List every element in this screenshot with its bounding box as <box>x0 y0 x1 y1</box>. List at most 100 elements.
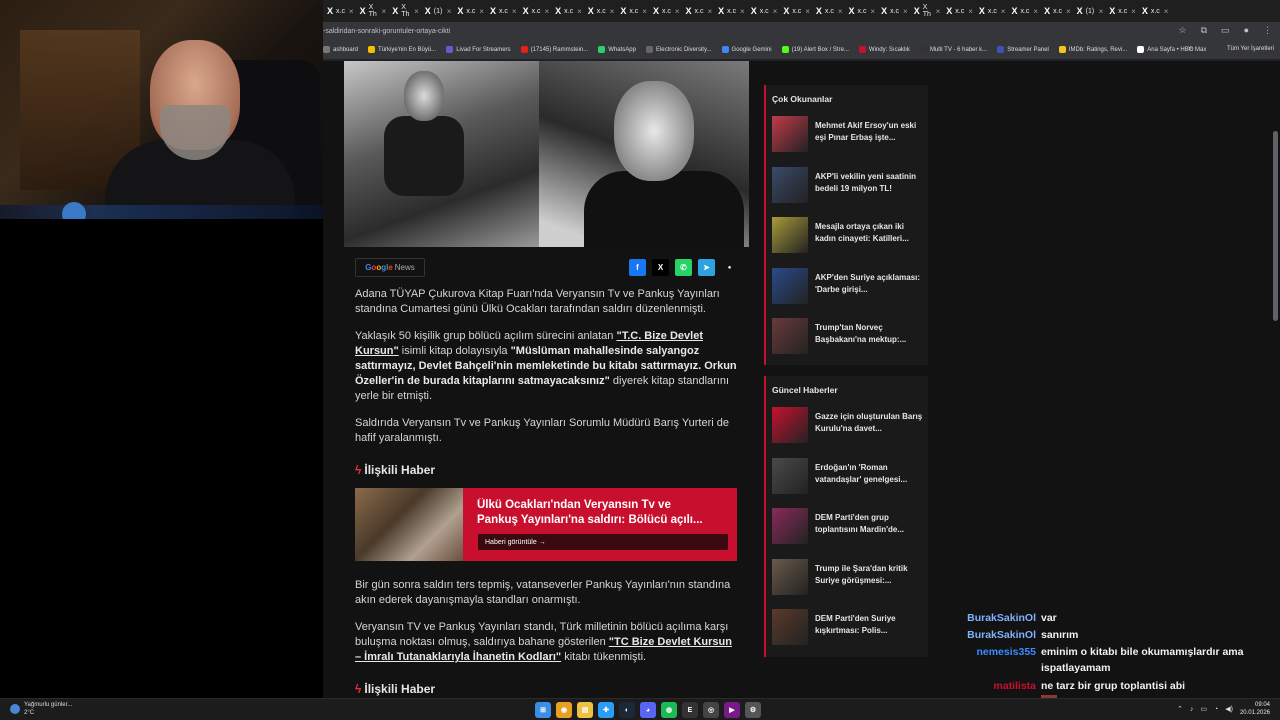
close-icon[interactable]: × <box>414 7 419 16</box>
more-icon[interactable]: ● <box>721 259 738 276</box>
close-icon[interactable]: × <box>805 7 810 16</box>
volume-icon[interactable]: ◀) <box>1225 705 1233 713</box>
close-icon[interactable]: × <box>740 7 745 16</box>
chat-username[interactable]: BurakSakinOl <box>930 610 1036 626</box>
spotify-icon[interactable]: ◍ <box>661 702 677 718</box>
close-icon[interactable]: × <box>838 7 843 16</box>
bookmark[interactable]: Türkiye'nin En Büyü... <box>368 46 436 53</box>
close-icon[interactable]: × <box>870 7 875 16</box>
news-headline[interactable]: Erdoğan'ın 'Roman vatandaşlar' genelgesi… <box>815 462 925 486</box>
sidebar-news-item[interactable]: Trump ile Şara'dan kritik Suriye görüşme… <box>772 558 925 597</box>
close-icon[interactable]: × <box>382 7 387 16</box>
chat-username[interactable]: nemesis355 <box>930 644 1036 660</box>
whatsapp-icon[interactable]: ✆ <box>675 259 692 276</box>
chrome-icon[interactable]: ◉ <box>556 702 572 718</box>
bookmark[interactable]: ashboard <box>323 46 358 53</box>
browser-tab[interactable]: Xx.c × <box>716 2 749 20</box>
bookmark[interactable]: WhatsApp <box>598 46 636 53</box>
close-icon[interactable]: × <box>1033 7 1038 16</box>
browser-tab[interactable]: Xx.c × <box>977 2 1010 20</box>
close-icon[interactable]: × <box>936 7 941 16</box>
facebook-icon[interactable]: f <box>629 259 646 276</box>
bookmark[interactable]: Streamer Panel <box>997 46 1049 53</box>
windows-icon[interactable]: ⊞ <box>535 702 551 718</box>
close-icon[interactable]: × <box>968 7 973 16</box>
browser-tab[interactable]: Xx.c × <box>618 2 651 20</box>
close-icon[interactable]: × <box>512 7 517 16</box>
stream-icon[interactable]: ▶ <box>724 702 740 718</box>
close-icon[interactable]: × <box>903 7 908 16</box>
star-icon[interactable]: ☆ <box>1179 25 1187 36</box>
mic-icon[interactable]: ♪ <box>1190 706 1194 713</box>
browser-tab[interactable]: Xx.c × <box>651 2 684 20</box>
epic-icon[interactable]: E <box>682 702 698 718</box>
display-icon[interactable]: ▭ <box>1200 705 1207 713</box>
extensions-icon[interactable]: ⧉ <box>1201 25 1207 36</box>
address-bar[interactable]: -saldiridan-sonraki-goruntuler-ortaya-ci… <box>323 22 1280 40</box>
url-text[interactable]: -saldiridan-sonraki-goruntuler-ortaya-ci… <box>323 28 450 35</box>
bookmark[interactable]: Livad For Streamers <box>446 46 511 53</box>
news-headline[interactable]: AKP'den Suriye açıklaması: 'Darbe girişi… <box>815 272 925 296</box>
browser-tab[interactable]: Xx.c × <box>879 2 912 20</box>
news-headline[interactable]: Trump ile Şara'dan kritik Suriye görüşme… <box>815 563 925 587</box>
news-headline[interactable]: DEM Parti'den Suriye kışkırtması: Polis.… <box>815 613 925 637</box>
news-headline[interactable]: Gazze için oluşturulan Barış Kurulu'na d… <box>815 411 925 435</box>
close-icon[interactable]: × <box>1164 7 1169 16</box>
news-headline[interactable]: Trump'tan Norveç Başbakanı'na mektup:... <box>815 322 925 346</box>
view-news-button[interactable]: Haberi görüntüle → <box>478 534 728 550</box>
browser-tab[interactable]: Xx.c × <box>521 2 554 20</box>
browser-tab[interactable]: X (1) × <box>423 2 456 20</box>
google-news-button[interactable]: Google News <box>355 258 425 277</box>
browser-tab[interactable]: Xx.c × <box>1140 2 1173 20</box>
close-icon[interactable]: × <box>447 7 452 16</box>
browser-tab[interactable]: Xx.c × <box>944 2 977 20</box>
close-icon[interactable]: × <box>707 7 712 16</box>
close-icon[interactable]: × <box>479 7 484 16</box>
discord-icon[interactable]: ◕ <box>640 702 656 718</box>
news-headline[interactable]: Mesajla ortaya çıkan iki kadın cinayeti:… <box>815 221 925 245</box>
x-icon[interactable]: X <box>652 259 669 276</box>
bookmark[interactable]: Google Gemini <box>721 46 772 53</box>
bookmark[interactable]: Electronic Diversity... <box>645 46 712 53</box>
browser-tab[interactable]: XX Th × <box>358 2 391 20</box>
bookmark[interactable]: Ana Sayfa • HBO Max <box>1137 46 1206 53</box>
obs-icon[interactable]: ◎ <box>703 702 719 718</box>
browser-tab[interactable]: Xx.c × <box>1107 2 1140 20</box>
browser-tab[interactable]: Xx.c × <box>1042 2 1075 20</box>
browser-tab[interactable]: Xx.c × <box>586 2 619 20</box>
browser-tab[interactable]: Xx.c × <box>749 2 782 20</box>
browser-tab[interactable]: Xx.c × <box>455 2 488 20</box>
browser-tab[interactable]: Xx.c × <box>684 2 717 20</box>
close-icon[interactable]: × <box>1001 7 1006 16</box>
close-icon[interactable]: × <box>1099 7 1104 16</box>
sidebar-news-item[interactable]: Gazze için oluşturulan Barış Kurulu'na d… <box>772 407 922 445</box>
menu-icon[interactable]: ⋮ <box>1263 25 1272 36</box>
close-icon[interactable]: × <box>610 7 615 16</box>
clock[interactable]: 09:04 20.01.2026 <box>1240 701 1270 717</box>
sidebar-news-item[interactable]: Mesajla ortaya çıkan iki kadın cinayeti:… <box>772 217 922 255</box>
related-title[interactable]: Ülkü Ocakları'ndan Veryansın Tv ve Pankuş… <box>477 498 727 528</box>
news-headline[interactable]: AKP'li vekilin yeni saatinin bedeli 19 m… <box>815 171 925 195</box>
scrollbar[interactable] <box>1273 131 1278 321</box>
browser-tab[interactable]: X (1) × <box>1075 2 1108 20</box>
chat-username[interactable]: BurakSakinOl <box>930 627 1036 643</box>
close-icon[interactable]: × <box>577 7 582 16</box>
close-icon[interactable]: × <box>675 7 680 16</box>
close-icon[interactable]: × <box>773 7 778 16</box>
browser-tab[interactable]: XX Th × <box>912 2 945 20</box>
sidebar-news-item[interactable]: Mehmet Akif Ersoy'un eski eşi Pınar Erba… <box>772 116 922 154</box>
related-card[interactable]: Ülkü Ocakları'ndan Veryansın Tv ve Pankuş… <box>355 488 737 561</box>
settings-icon[interactable]: ⚙ <box>745 702 761 718</box>
news-headline[interactable]: Mehmet Akif Ersoy'un eski eşi Pınar Erba… <box>815 120 925 144</box>
bookmark[interactable]: (19) Alert Box / Stre... <box>781 46 849 53</box>
browser-tab[interactable]: Xx.c × <box>814 2 847 20</box>
chat-username[interactable]: matilista <box>930 678 1036 694</box>
sidebar-news-item[interactable]: DEM Parti'den Suriye kışkırtması: Polis.… <box>772 609 922 647</box>
close-icon[interactable]: × <box>544 7 549 16</box>
network-icon[interactable]: ◔ <box>1214 706 1218 713</box>
bookmark[interactable]: IMDb: Ratings, Revi... <box>1058 46 1127 53</box>
chevron-up-icon[interactable]: ⌃ <box>1177 705 1183 713</box>
browser-tab[interactable]: Xx.c × <box>1009 2 1042 20</box>
close-icon[interactable]: × <box>1131 7 1136 16</box>
app-icon[interactable]: ✚ <box>598 702 614 718</box>
